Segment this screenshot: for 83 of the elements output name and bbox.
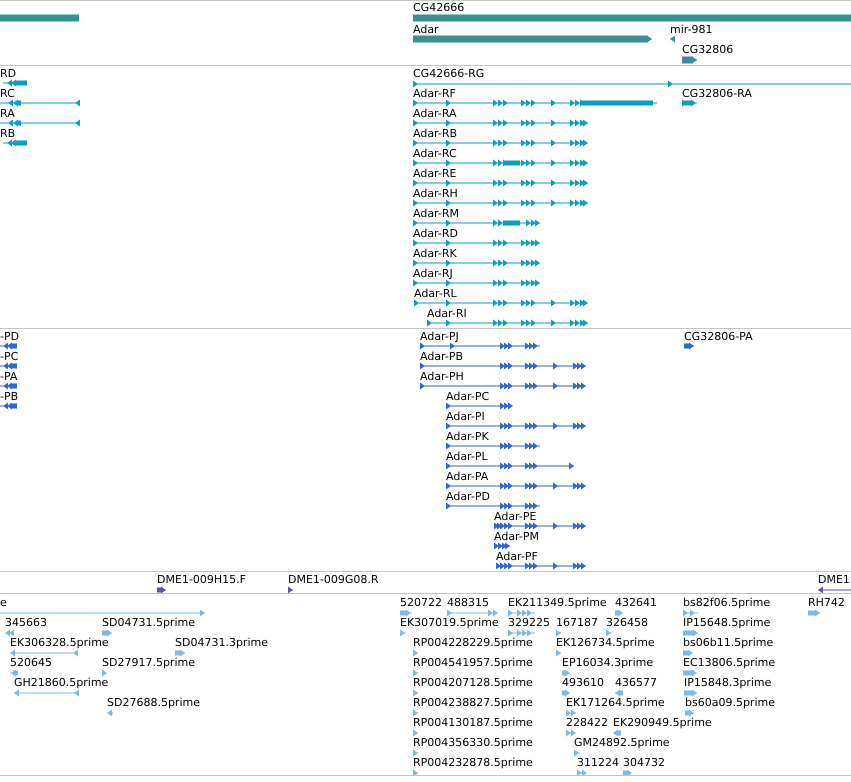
feature-label: RP004232878.5prime: [413, 756, 533, 769]
feature-label: Adar-PA: [446, 470, 488, 483]
feature-label: CG32806: [682, 43, 734, 56]
feature-label: Adar-PB: [420, 350, 464, 363]
feature-label: Adar-PI: [446, 410, 485, 423]
feature-label: RH742: [808, 596, 845, 609]
feature-label: EK290949.5prime: [613, 716, 712, 729]
feature-label: -PB: [0, 390, 18, 403]
feature-label: EK306328.5prime: [10, 636, 109, 649]
feature-label: Adar-RD: [413, 227, 458, 240]
feature-label: Adar-PK: [446, 430, 489, 443]
feature-label: Adar-PJ: [420, 330, 459, 343]
feature-label: RP004238827.5prime: [413, 696, 533, 709]
feature-label: RA: [0, 107, 15, 120]
feature-label: Adar-RK: [413, 247, 457, 260]
feature-label: Adar-PE: [494, 510, 536, 523]
feature-label: RP004541957.5prime: [413, 656, 533, 669]
feature-label: -PD: [0, 330, 20, 343]
feature-label: Adar-PM: [494, 530, 539, 543]
feature-label: Adar: [413, 23, 439, 36]
feature-label: bs06b11.5prime: [683, 636, 774, 649]
feature-label: RP004356330.5prime: [413, 736, 533, 749]
feature-label: e: [0, 596, 7, 609]
feature-label: RC: [0, 87, 15, 100]
feature-label: CG32806-RA: [682, 87, 752, 100]
feature-label: Adar-PD: [446, 490, 490, 503]
feature-label: Adar-RC: [413, 147, 457, 160]
feature-label: CG42666: [413, 1, 464, 14]
feature-label: Adar-RF: [413, 87, 456, 100]
feature-label: RP004207128.5prime: [413, 676, 533, 689]
feature-label: Adar-PL: [446, 450, 488, 463]
feature-label: EP16034.3prime: [562, 656, 654, 669]
feature-label: 311224: [577, 756, 619, 769]
feature-label: -PC: [0, 350, 18, 363]
feature-label: Adar-RA: [413, 107, 457, 120]
feature-label: Adar-PH: [420, 370, 464, 383]
feature-label: 432641: [615, 596, 657, 609]
feature-label: bs60a09.5prime: [685, 696, 775, 709]
feature-label: Adar-RE: [413, 167, 456, 180]
feature-label: Adar-RM: [413, 207, 459, 220]
feature-label: GM24892.5prime: [574, 736, 670, 749]
feature-label: 304732: [623, 756, 665, 769]
feature-label: RP004130187.5prime: [413, 716, 533, 729]
feature-label: 488315: [447, 596, 489, 609]
feature-label: GH21860.5prime: [14, 676, 108, 689]
feature-label: -PA: [0, 370, 18, 383]
feature-label: DME1-009G08.R: [288, 573, 379, 586]
feature-label: 326458: [606, 616, 648, 629]
feature-label: 520645: [10, 656, 52, 669]
feature-label: Adar-RL: [414, 287, 457, 300]
feature-label: bs82f06.5prime: [683, 596, 770, 609]
feature-label: CG32806-PA: [684, 330, 753, 343]
feature-label: 520722: [400, 596, 442, 609]
feature-label: 329225: [508, 616, 550, 629]
feature-label: SD04731.3prime: [175, 636, 268, 649]
feature-label: EK126734.5prime: [556, 636, 655, 649]
feature-label: 436577: [615, 676, 657, 689]
feature-label: DME1-009H15.F: [157, 573, 246, 586]
feature-label: IP15648.5prime: [683, 616, 770, 629]
feature-label: Adar-RH: [413, 187, 458, 200]
feature-label: 228422: [566, 716, 608, 729]
feature-label: Adar-RI: [427, 307, 467, 320]
feature-label: SD04731.5prime: [102, 616, 195, 629]
feature-label: RB: [0, 127, 16, 140]
feature-label: Adar-RJ: [413, 267, 453, 280]
feature-label: IP15848.3prime: [684, 676, 772, 689]
feature-label: RP004228229.5prime: [413, 636, 533, 649]
feature-label: Adar-RB: [413, 127, 458, 140]
feature-label: 167187: [556, 616, 598, 629]
feature-label: SD27688.5prime: [107, 696, 200, 709]
feature-label: SD27917.5prime: [102, 656, 195, 669]
feature-label: RD: [0, 67, 16, 80]
feature-label: 345663: [5, 616, 47, 629]
feature-label: EK211349.5prime: [508, 596, 607, 609]
feature-label: 493610: [562, 676, 604, 689]
feature-label: EC13806.5prime: [683, 656, 776, 669]
feature-label: Adar-PC: [446, 390, 490, 403]
feature-label: CG42666-RG: [413, 67, 484, 80]
feature-label: EK307019.5prime: [400, 616, 499, 629]
feature-label: Adar-PF: [496, 550, 538, 563]
feature-label: EK171264.5prime: [566, 696, 665, 709]
feature-label: mir-981: [670, 23, 713, 36]
feature-label: DME1: [818, 573, 850, 586]
